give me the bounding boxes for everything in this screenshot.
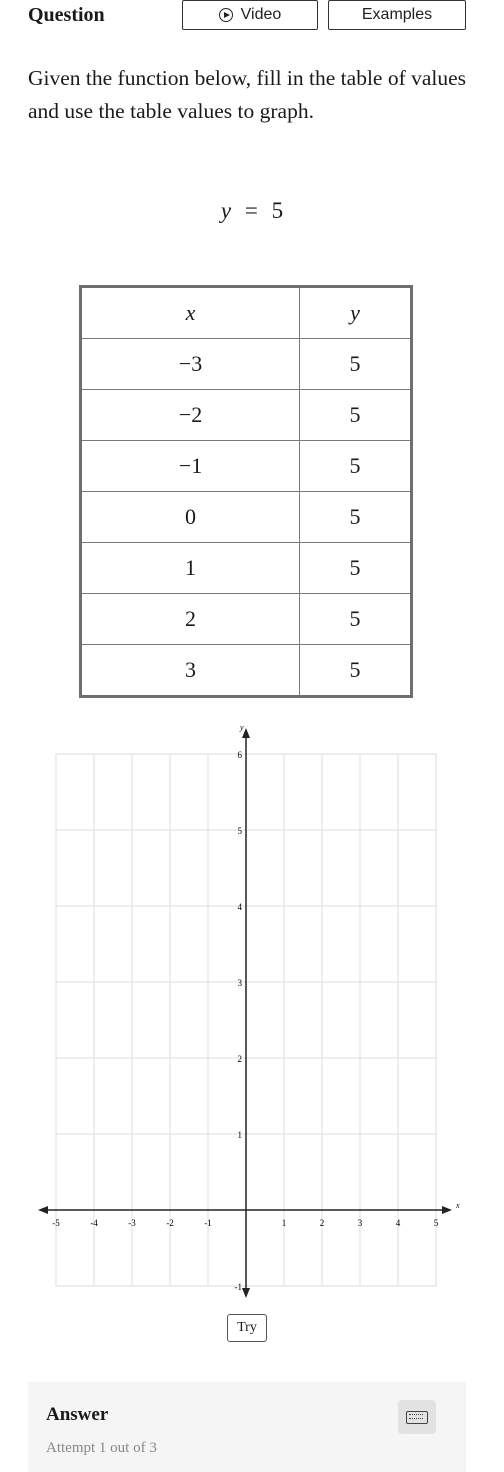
table-cell-x: −1 [80, 440, 300, 492]
table-cell-y[interactable]: 5 [299, 542, 412, 594]
equation-op: = [244, 198, 258, 223]
table-row: 35 [80, 644, 412, 697]
x-tick-label: 5 [434, 1218, 439, 1228]
table-cell-x: −2 [80, 389, 300, 441]
x-axis-arrow-right [442, 1206, 452, 1214]
table-cell-x: 1 [80, 542, 300, 594]
table-cell-y[interactable]: 5 [299, 389, 412, 441]
keyboard-icon [406, 1410, 428, 1424]
table-header-y: y [299, 286, 412, 339]
table-cell-y[interactable]: 5 [299, 593, 412, 645]
header: Question Video Examples [0, 0, 504, 36]
table-cell-x: 0 [80, 491, 300, 543]
video-button[interactable]: Video [182, 0, 318, 30]
answer-panel: Answer Attempt 1 out of 3 [28, 1382, 466, 1472]
table-header-row: x y [80, 286, 412, 339]
x-axis-arrow-left [38, 1206, 48, 1214]
values-table: x y −3 5 −2 5 −1 5 05 15 25 35 [79, 285, 413, 698]
table-row: 05 [80, 491, 412, 543]
attempt-counter: Attempt 1 out of 3 [46, 1440, 157, 1456]
question-prompt: Given the function below, fill in the ta… [28, 66, 467, 123]
x-tick-label: -3 [128, 1218, 136, 1228]
equation: y = 5 [0, 198, 504, 224]
x-tick-label: 1 [282, 1218, 287, 1228]
x-tick-label: -1 [204, 1218, 212, 1228]
y-tick-label: 1 [238, 1130, 243, 1140]
table-cell-x: −3 [80, 338, 300, 390]
y-tick-label: 2 [238, 1054, 243, 1064]
table-row: −2 5 [80, 389, 412, 441]
table-cell-x: 3 [80, 644, 300, 697]
question-title: Question [28, 4, 105, 26]
y-axis-label: y [239, 723, 244, 732]
video-label: Video [240, 6, 282, 23]
x-tick-label: -5 [52, 1218, 60, 1228]
graph-canvas[interactable]: x y -5 -4 -3 -2 -1 1 2 3 4 5 6 5 4 3 2 1 -1 [0, 718, 504, 1308]
keyboard-button[interactable] [398, 1400, 436, 1434]
equation-rhs: 5 [271, 198, 284, 223]
table-row: −3 5 [80, 338, 412, 390]
table-header-x: x [80, 286, 300, 339]
table-cell-y[interactable]: 5 [299, 491, 412, 543]
equation-lhs: y [220, 198, 232, 223]
table-row: −1 5 [80, 440, 412, 492]
table-cell-x: 2 [80, 593, 300, 645]
x-tick-label: -4 [90, 1218, 98, 1228]
x-tick-label: -2 [166, 1218, 174, 1228]
examples-button[interactable]: Examples [328, 0, 466, 30]
x-tick-label: 3 [358, 1218, 363, 1228]
x-axis-label: x [455, 1201, 460, 1210]
x-tick-label: 4 [396, 1218, 401, 1228]
y-tick-label: -1 [235, 1282, 243, 1292]
table-cell-y[interactable]: 5 [299, 338, 412, 390]
y-axis-arrow-down [242, 1288, 250, 1298]
table-cell-y[interactable]: 5 [299, 644, 412, 697]
table-row: 25 [80, 593, 412, 645]
y-tick-label: 4 [238, 902, 243, 912]
y-tick-label: 6 [238, 750, 243, 760]
y-tick-label: 3 [238, 978, 243, 988]
table-row: 15 [80, 542, 412, 594]
table-cell-y[interactable]: 5 [299, 440, 412, 492]
try-button[interactable]: Try [227, 1314, 267, 1342]
answer-label: Answer [46, 1404, 109, 1425]
x-tick-label: 2 [320, 1218, 325, 1228]
y-tick-label: 5 [238, 826, 243, 836]
play-circle-icon [218, 8, 233, 22]
